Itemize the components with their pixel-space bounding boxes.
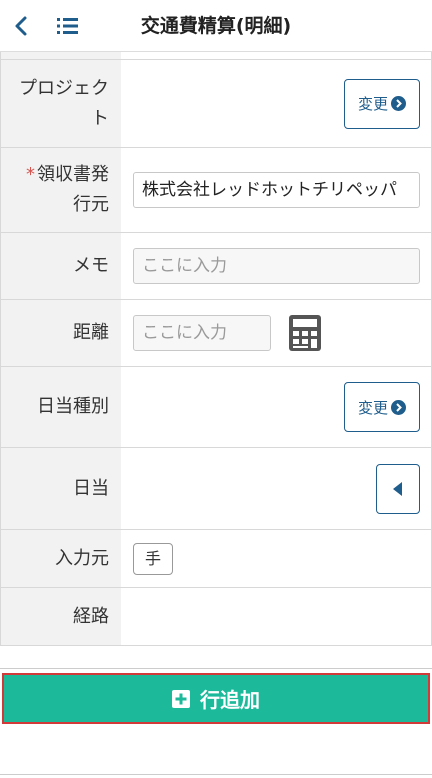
row-value-empty — [121, 52, 431, 59]
add-row-button[interactable]: 行追加 — [2, 673, 430, 724]
form-row-partial — [1, 52, 431, 60]
distance-input[interactable]: ここに入力 — [133, 315, 271, 351]
allowance-value — [121, 448, 431, 529]
issuer-label-line2: 行元 — [73, 194, 109, 215]
project-label: プロジェク ト — [1, 60, 121, 147]
plus-square-icon — [172, 689, 190, 708]
detail-form: プロジェク ト 変更 * 領収書発 行元 株式会社レッドホットチリペッパ メモ … — [0, 52, 432, 646]
form-row-allowance: 日当 — [1, 448, 431, 530]
add-row-label: 行追加 — [200, 688, 260, 712]
page-title: 交通費精算(明細) — [140, 15, 292, 37]
row-label-empty — [1, 52, 121, 59]
form-row-project: プロジェク ト 変更 — [1, 60, 431, 148]
allowance-type-label: 日当種別 — [1, 367, 121, 447]
project-label-line2: ト — [91, 107, 109, 129]
project-change-label: 変更 — [357, 95, 388, 113]
issuer-label-line1: 領収書発 — [37, 164, 109, 185]
calculator-icon[interactable] — [289, 315, 321, 351]
chevron-left-icon — [15, 16, 27, 36]
section-divider — [0, 668, 432, 669]
allowance-type-change-label: 変更 — [357, 398, 388, 417]
manual-input-badge: 手 — [133, 542, 173, 575]
header-bar: 交通費精算(明細) — [0, 0, 432, 52]
project-change-button[interactable]: 変更 — [344, 78, 420, 129]
allowance-type-value: 変更 — [121, 367, 431, 447]
input-source-value: 手 — [121, 530, 431, 587]
chevron-right-circle-icon — [391, 96, 406, 111]
allowance-label: 日当 — [1, 448, 121, 529]
route-label: 経路 — [1, 588, 121, 645]
distance-value: ここに入力 — [121, 300, 431, 366]
form-row-issuer: * 領収書発 行元 株式会社レッドホットチリペッパ — [1, 148, 431, 233]
back-button[interactable] — [10, 13, 34, 39]
caret-left-icon — [393, 481, 402, 496]
distance-label: 距離 — [1, 300, 121, 366]
project-label-line1: プロジェク — [19, 77, 109, 99]
menu-button[interactable] — [56, 15, 80, 37]
issuer-label: * 領収書発 行元 — [1, 148, 121, 232]
list-icon — [57, 18, 78, 34]
form-row-allowance-type: 日当種別 変更 — [1, 367, 431, 448]
allowance-type-change-button[interactable]: 変更 — [344, 382, 420, 432]
form-row-distance: 距離 ここに入力 — [1, 300, 431, 367]
route-value — [121, 588, 431, 645]
form-row-input-source: 入力元 手 — [1, 530, 431, 588]
memo-label: メモ — [1, 233, 121, 299]
project-value: 変更 — [121, 60, 431, 147]
issuer-input[interactable]: 株式会社レッドホットチリペッパ — [133, 172, 420, 208]
input-source-label: 入力元 — [1, 530, 121, 587]
required-mark: * — [26, 164, 35, 185]
bottom-divider — [0, 774, 432, 775]
issuer-value: 株式会社レッドホットチリペッパ — [121, 148, 431, 232]
form-row-memo: メモ ここに入力 — [1, 233, 431, 300]
page: 交通費精算(明細) プロジェク ト 変更 * 領収書発 行元 株式会社レッドホッ… — [0, 0, 432, 778]
form-row-route: 経路 — [1, 588, 431, 646]
chevron-right-circle-icon — [391, 399, 406, 415]
memo-input[interactable]: ここに入力 — [133, 248, 420, 284]
memo-value: ここに入力 — [121, 233, 431, 299]
allowance-toggle-button[interactable] — [376, 463, 420, 514]
